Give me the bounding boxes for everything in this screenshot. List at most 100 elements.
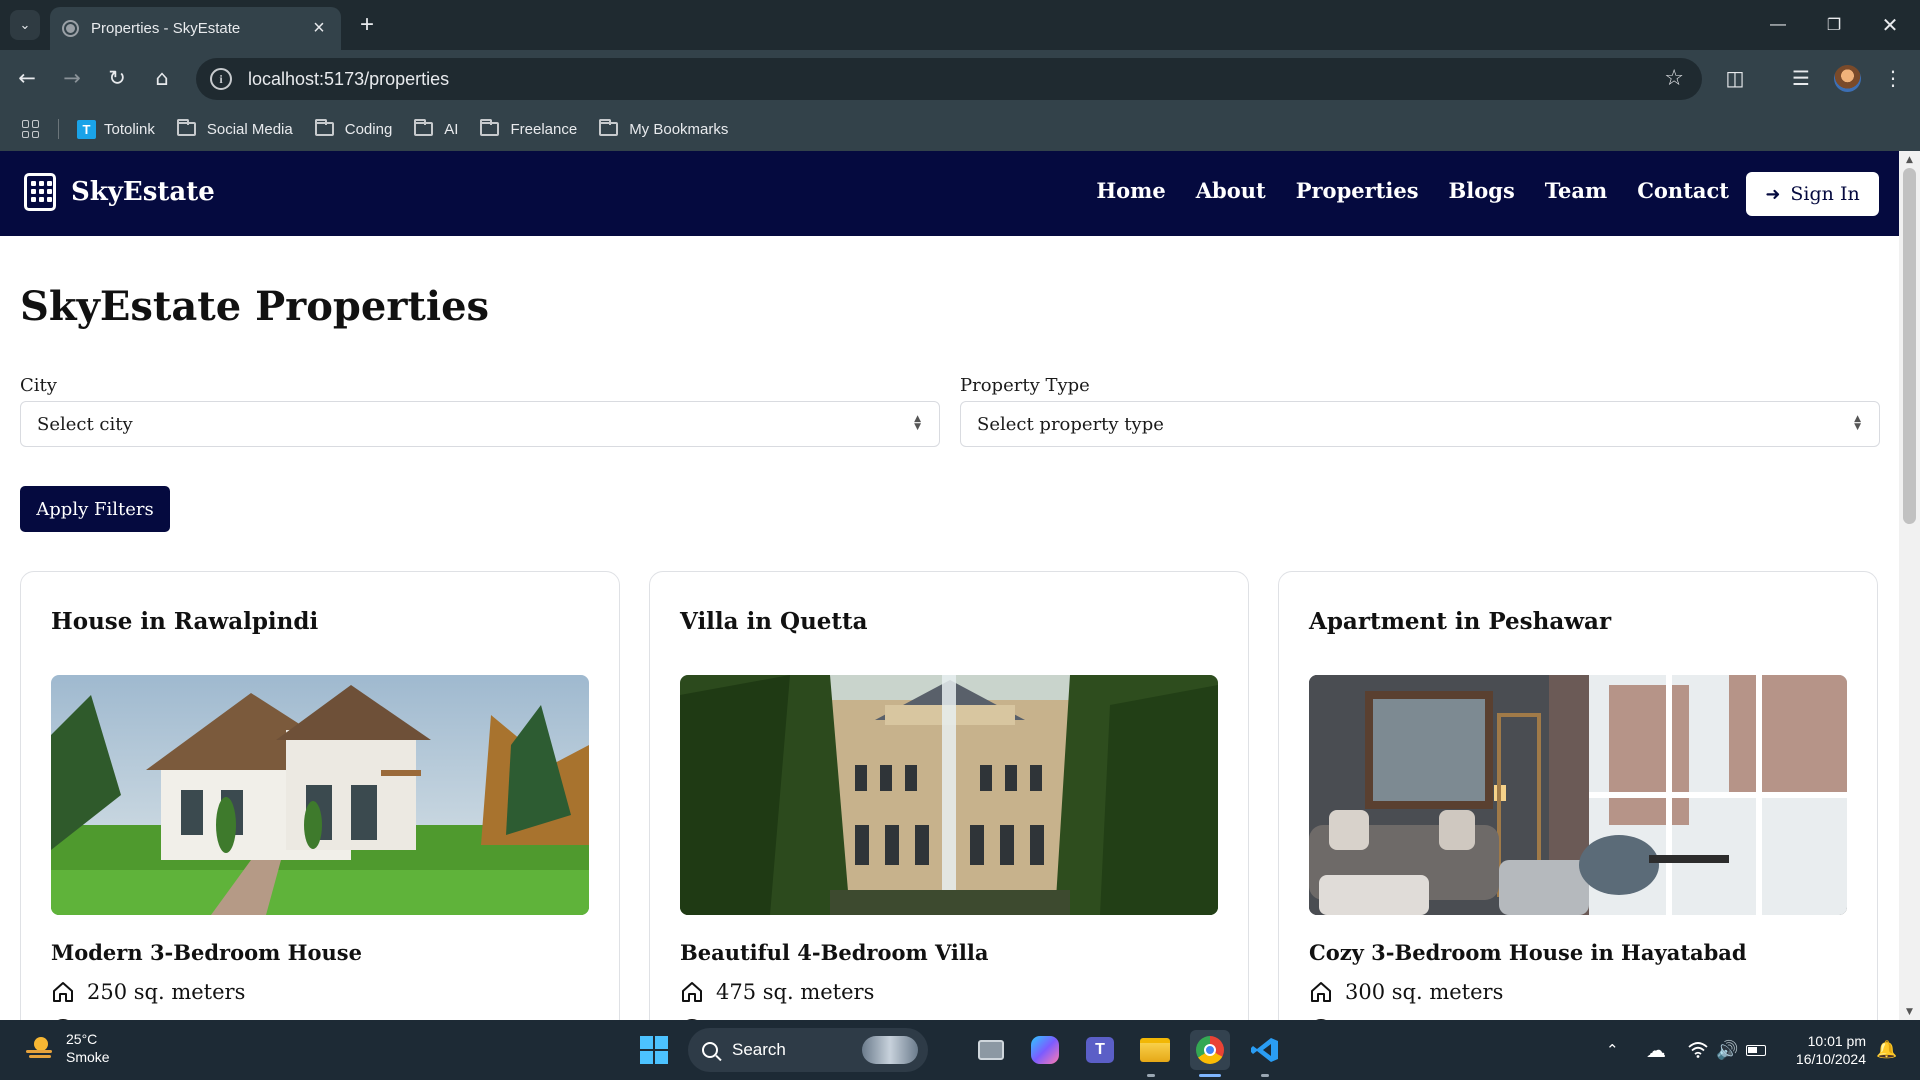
card-title: Apartment in Peshawar (1309, 608, 1612, 635)
start-button[interactable] (634, 1030, 674, 1070)
weather-widget[interactable]: 25°C Smoke (24, 1030, 110, 1066)
bookmark-star-icon[interactable]: ☆ (1664, 66, 1684, 91)
apply-filters-button[interactable]: Apply Filters (20, 486, 170, 532)
sign-in-button[interactable]: ➜ Sign In (1746, 172, 1879, 216)
page-title: SkyEstate Properties (20, 283, 490, 330)
property-card[interactable]: Apartment in Peshawar Cozy 3-Bedroom Hou… (1278, 571, 1878, 1020)
card-area: 300 sq. meters (1309, 980, 1503, 1004)
bookmark-social-media[interactable]: Social Media (176, 119, 293, 138)
tab-search-dropdown-icon[interactable]: ⌄ (10, 10, 40, 40)
forward-icon[interactable]: → (53, 59, 91, 97)
restore-icon[interactable]: ❐ (1806, 0, 1862, 50)
sign-in-label: Sign In (1790, 183, 1860, 205)
login-icon: ➜ (1765, 183, 1781, 205)
chrome-menu-icon[interactable]: ⋮ (1874, 59, 1912, 97)
extensions-icon[interactable]: ◫ (1716, 59, 1754, 97)
vscode-icon[interactable] (1245, 1030, 1285, 1070)
scroll-thumb[interactable] (1903, 168, 1916, 524)
bookmark-totolink[interactable]: T Totolink (77, 119, 155, 139)
tab-close-icon[interactable]: × (309, 17, 329, 40)
nav-team[interactable]: Team (1545, 178, 1607, 203)
weather-desc: Smoke (66, 1049, 110, 1065)
property-card[interactable]: House in Rawalpindi Modern 3-Bedroom Hou… (20, 571, 620, 1020)
nav-blogs[interactable]: Blogs (1449, 178, 1515, 203)
close-window-icon[interactable]: ✕ (1862, 0, 1918, 50)
bookmark-label: Coding (344, 120, 393, 138)
url-text: localhost:5173/properties (248, 68, 450, 89)
teams-icon[interactable]: T (1080, 1030, 1120, 1070)
site-logo[interactable]: SkyEstate (24, 173, 215, 211)
copilot-icon[interactable] (1025, 1030, 1065, 1070)
weather-hazy-sun-icon (26, 1037, 52, 1058)
clock-time: 10:01 pm (1807, 1033, 1866, 1049)
scroll-up-icon[interactable]: ▲ (1899, 151, 1920, 168)
media-control-icon[interactable]: ☰ (1782, 59, 1820, 97)
profile-avatar[interactable] (1834, 65, 1861, 92)
property-image-villa[interactable] (680, 675, 1218, 915)
card-area-text: 250 sq. meters (87, 980, 246, 1004)
card-title: Villa in Quetta (680, 608, 868, 635)
home-outline-icon (53, 982, 73, 1002)
card-area: 250 sq. meters (51, 980, 245, 1004)
bookmark-label: Social Media (206, 120, 293, 138)
nav-properties[interactable]: Properties (1296, 178, 1419, 203)
chrome-icon[interactable] (1190, 1030, 1230, 1070)
bookmarks-bar: T Totolink Social Media Coding AI Freela… (0, 107, 1920, 151)
volume-icon[interactable]: 🔊 (1716, 1020, 1738, 1080)
weather-temp: 25°C (66, 1031, 98, 1047)
folder-icon (480, 119, 500, 136)
property-card[interactable]: Villa in Quetta Beautiful 4-Bedroom Vill… (649, 571, 1249, 1020)
reload-icon[interactable]: ↻ (98, 59, 136, 97)
new-tab-button[interactable]: + (352, 10, 382, 40)
property-type-select-value: Select property type (977, 413, 1164, 435)
notification-bell-icon[interactable]: 🔔 (1876, 1020, 1897, 1080)
back-icon[interactable]: ← (8, 59, 46, 97)
address-bar[interactable]: i localhost:5173/properties ☆ (196, 58, 1702, 100)
scroll-down-icon[interactable]: ▼ (1899, 1003, 1920, 1020)
property-image-apartment[interactable] (1309, 675, 1847, 915)
card-property-name: Modern 3-Bedroom House (51, 940, 362, 965)
nav-contact[interactable]: Contact (1637, 178, 1729, 203)
search-highlight-image (862, 1036, 918, 1064)
apps-grid-icon[interactable] (22, 120, 40, 138)
battery-icon[interactable] (1746, 1020, 1766, 1080)
nav-links: Home About Properties Blogs Team Contact (1096, 178, 1729, 203)
bookmark-label: AI (444, 120, 459, 138)
property-type-select[interactable]: Select property type ▲ ▼ (960, 401, 1880, 447)
bookmark-coding[interactable]: Coding (314, 119, 393, 138)
site-navbar: SkyEstate Home About Properties Blogs Te… (0, 151, 1899, 236)
windows-taskbar: 25°C Smoke Search T ⌃ ☁ 🔊 10:01 pm 16/10… (0, 1020, 1920, 1080)
brand-name: SkyEstate (71, 177, 215, 207)
property-image-house[interactable] (51, 675, 589, 915)
bookmark-ai[interactable]: AI (414, 119, 459, 138)
nav-about[interactable]: About (1196, 178, 1266, 203)
card-area-text: 300 sq. meters (1345, 980, 1504, 1004)
tab-favicon-icon (62, 20, 79, 37)
bookmark-label: Freelance (510, 120, 578, 138)
nav-home[interactable]: Home (1096, 178, 1165, 203)
vscode-running-indicator (1261, 1074, 1269, 1077)
clock-date: 16/10/2024 (1795, 1051, 1866, 1067)
system-clock[interactable]: 10:01 pm 16/10/2024 (1786, 1032, 1866, 1068)
chevron-updown-icon: ▲ ▼ (1854, 414, 1861, 432)
home-outline-icon (682, 982, 702, 1002)
wifi-icon[interactable] (1688, 1020, 1708, 1080)
search-icon (702, 1042, 718, 1058)
home-outline-icon (1311, 982, 1331, 1002)
folder-icon (599, 119, 619, 136)
card-title: House in Rawalpindi (51, 608, 319, 635)
minimize-icon[interactable]: — (1750, 0, 1806, 50)
city-select[interactable]: Select city ▲ ▼ (20, 401, 940, 447)
bookmark-my-bookmarks[interactable]: My Bookmarks (599, 119, 728, 138)
home-icon[interactable]: ⌂ (143, 59, 181, 97)
onedrive-cloud-icon[interactable]: ☁ (1646, 1020, 1666, 1080)
taskbar-search[interactable]: Search (688, 1028, 928, 1072)
card-area: 475 sq. meters (680, 980, 874, 1004)
browser-tab[interactable]: Properties - SkyEstate × (50, 7, 341, 50)
site-info-icon[interactable]: i (210, 68, 232, 90)
page-scrollbar[interactable]: ▲ ▼ (1899, 151, 1920, 1020)
task-view-icon[interactable] (971, 1030, 1011, 1070)
file-explorer-icon[interactable] (1135, 1030, 1175, 1070)
tray-overflow-icon[interactable]: ⌃ (1606, 1020, 1619, 1080)
bookmark-freelance[interactable]: Freelance (480, 119, 578, 138)
